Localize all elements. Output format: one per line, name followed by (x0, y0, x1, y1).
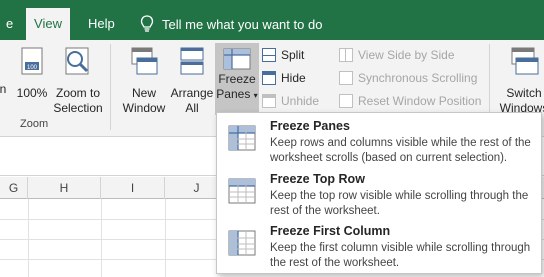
zoom-100-label: 100% (16, 86, 48, 100)
freeze-panes-menu: Freeze Panes Keep rows and columns visib… (216, 112, 542, 274)
tell-me-text: Tell me what you want to do (162, 16, 323, 32)
synchronous-scrolling-label: Synchronous Scrolling (358, 71, 478, 85)
arrange-all-label-1: Arrange (170, 86, 214, 100)
svg-text:100: 100 (27, 65, 38, 71)
menu-item-title: Freeze First Column (270, 224, 391, 238)
arrange-all-icon (180, 47, 204, 75)
column-header-h[interactable]: H (28, 177, 101, 199)
tab-help[interactable]: Help (80, 8, 123, 40)
menu-item-description: Keep the top row visible while scrolling… (270, 190, 529, 217)
tab-partial[interactable]: e (0, 8, 21, 40)
menu-item-description: Keep rows and columns visible while the … (270, 137, 531, 164)
column-header-g[interactable]: G (0, 177, 28, 199)
unhide-icon (262, 94, 276, 108)
grid-col-line (165, 199, 166, 277)
side-by-side-icon (339, 48, 353, 62)
reset-window-icon (339, 94, 353, 108)
freeze-top-row-icon (228, 178, 256, 204)
switch-windows-icon (511, 47, 539, 75)
freeze-first-column-icon (228, 230, 256, 256)
lightbulb-icon (140, 15, 154, 32)
zoom-button-partial[interactable]: n (0, 46, 10, 97)
zoom-group-label: Zoom (20, 118, 49, 130)
zoom-100-button[interactable]: 100 100% (14, 46, 50, 101)
grid-col-line (101, 199, 102, 277)
tab-view[interactable]: View (26, 8, 70, 40)
ribbon-tab-bar: e View Help Tell me what you want to do (0, 0, 544, 40)
hide-icon (262, 71, 276, 85)
new-window-label-2: Window (122, 101, 166, 115)
freeze-panes-label-1: Freeze (218, 72, 256, 86)
view-side-by-side-label: View Side by Side (358, 48, 455, 62)
reset-window-position-label: Reset Window Position (358, 94, 482, 108)
split-button[interactable]: Split (262, 45, 304, 65)
zoom-to-selection-button[interactable]: Zoom to Selection (52, 46, 104, 116)
freeze-panes-icon (228, 125, 256, 151)
chevron-down-icon: ▾ (253, 91, 258, 100)
new-window-label-1: New (131, 86, 156, 100)
freeze-panes-button[interactable]: Freeze Panes ▾ (215, 43, 259, 115)
synchronous-scrolling-button[interactable]: Synchronous Scrolling (339, 68, 477, 88)
zoom-to-selection-label-1: Zoom to (55, 86, 100, 100)
freeze-panes-label-2: Panes (216, 87, 251, 101)
switch-windows-button[interactable]: Switch Windows (494, 46, 544, 116)
grid-col-line (28, 199, 29, 277)
menu-item-freeze-first-column[interactable]: Freeze First Column Keep the first colum… (217, 220, 541, 272)
zoom-partial-label: n (0, 82, 7, 96)
arrange-all-label-2: All (185, 101, 199, 115)
view-side-by-side-button[interactable]: View Side by Side (339, 45, 455, 65)
menu-item-freeze-panes[interactable]: Freeze Panes Keep rows and columns visib… (217, 115, 541, 167)
hide-label: Hide (281, 71, 306, 85)
zoom-100-icon: 100 (21, 47, 43, 75)
tell-me-box[interactable]: Tell me what you want to do (140, 8, 322, 40)
menu-item-freeze-top-row[interactable]: Freeze Top Row Keep the top row visible … (217, 168, 541, 220)
split-label: Split (281, 48, 305, 62)
switch-windows-label-1: Switch (506, 86, 542, 100)
sync-scroll-icon (339, 71, 353, 85)
freeze-panes-icon (223, 48, 251, 70)
group-divider (110, 44, 111, 130)
reset-window-position-button[interactable]: Reset Window Position (339, 91, 481, 111)
hide-button[interactable]: Hide (262, 68, 306, 88)
menu-item-title: Freeze Top Row (270, 172, 365, 186)
menu-item-description: Keep the first column visible while scro… (270, 242, 531, 269)
unhide-button[interactable]: Unhide (262, 91, 319, 111)
menu-item-title: Freeze Panes (270, 119, 350, 133)
new-window-icon (131, 47, 158, 75)
arrange-all-button[interactable]: Arrange All (170, 46, 214, 116)
zoom-to-selection-label-2: Selection (53, 101, 103, 115)
split-icon (262, 48, 276, 62)
unhide-label: Unhide (281, 94, 320, 108)
column-header-i[interactable]: I (101, 177, 165, 199)
zoom-to-selection-icon (65, 47, 89, 75)
new-window-button[interactable]: New Window (118, 46, 170, 116)
